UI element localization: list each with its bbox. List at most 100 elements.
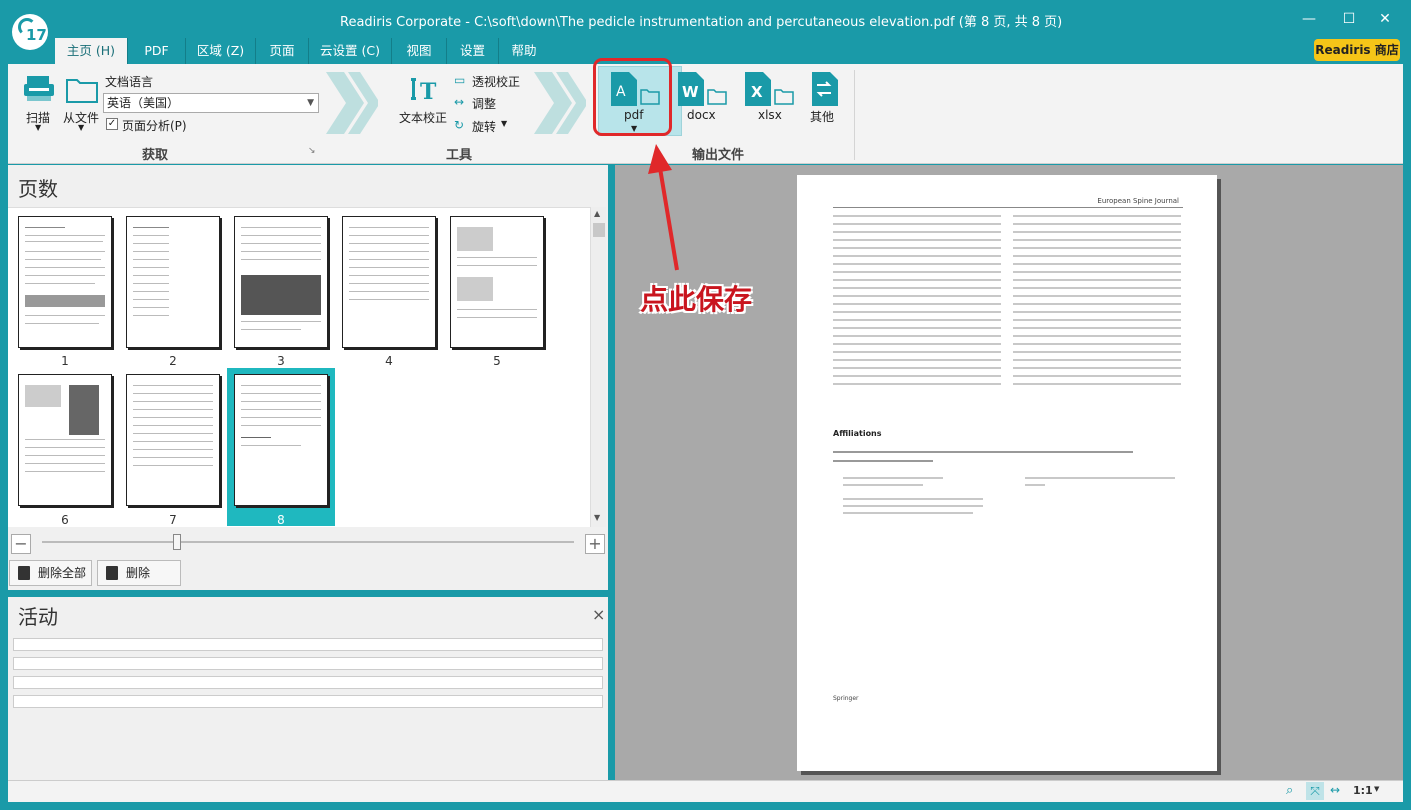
activity-row	[13, 657, 603, 670]
store-button[interactable]: Readiris 商店	[1314, 39, 1400, 61]
page-analysis-checkbox[interactable]: ✓	[106, 118, 118, 130]
activity-close-icon[interactable]: ×	[592, 605, 605, 624]
svg-text:X: X	[751, 83, 763, 101]
page-analysis-label: 页面分析(P)	[122, 119, 187, 133]
adjust-button[interactable]: 调整	[472, 95, 496, 112]
docx-output-button[interactable]: docx	[687, 108, 716, 122]
page-thumb-7[interactable]	[126, 374, 220, 506]
xlsx-output-button[interactable]: xlsx	[758, 108, 782, 122]
activity-row	[13, 676, 603, 689]
page-thumb-4[interactable]	[342, 216, 436, 348]
zoom-out-button[interactable]: −	[11, 534, 31, 554]
pages-pane-title: 页数	[18, 177, 58, 201]
thumb-label-6: 6	[61, 513, 69, 527]
tab-home[interactable]: 主页 (H)	[55, 38, 128, 64]
other-format-icon	[810, 72, 840, 109]
delete-all-button[interactable]: 删除全部	[9, 560, 92, 586]
app-logo[interactable]: 17	[12, 14, 48, 50]
tab-settings[interactable]: 设置	[447, 38, 499, 64]
chevron-down-icon: ▼	[307, 98, 314, 108]
activity-pane-title: 活动	[18, 605, 58, 629]
text-correct-button[interactable]: 文本校正	[399, 109, 447, 126]
acquire-launcher-icon[interactable]: ↘	[308, 146, 316, 156]
svg-text:T: T	[420, 79, 437, 104]
perspective-button[interactable]: 透视校正	[472, 73, 520, 90]
page-thumb-6[interactable]	[18, 374, 112, 506]
fit-width-icon[interactable]: ↔	[1330, 783, 1340, 797]
flow-arrow-icon	[326, 72, 378, 134]
document-page[interactable]: European Spine Journal Affiliations Spri…	[797, 175, 1217, 771]
doc-language-value: 英语（美国）	[107, 96, 180, 110]
window-title: Readiris Corporate - C:\soft\down\The pe…	[340, 15, 1063, 30]
save-here-annotation: 点此保存	[640, 283, 753, 316]
page-thumb-1[interactable]	[18, 216, 112, 348]
acquire-group-label: 获取	[142, 148, 169, 163]
logo-version: 17	[26, 26, 47, 44]
doc-language-label: 文档语言	[105, 75, 154, 89]
rotate-button[interactable]: 旋转	[472, 118, 496, 135]
thumb-size-slider-track[interactable]	[42, 541, 574, 543]
activity-row	[13, 695, 603, 708]
zoom-ratio[interactable]: 1:1	[1353, 784, 1373, 797]
tab-help[interactable]: 帮助	[499, 38, 549, 64]
thumb-size-slider-knob[interactable]	[173, 534, 181, 550]
tab-zones[interactable]: 区域 (Z)	[186, 38, 256, 64]
flow-arrow-icon-2	[534, 72, 586, 134]
ribbon-separator	[854, 70, 855, 160]
ribbon: 扫描 ▼ 从文件 ▼ 文档语言 英语（美国） ▼ ✓ 页面分析(P) 获取 ↘ …	[8, 64, 1403, 164]
activity-row	[13, 638, 603, 651]
trash-icon	[106, 566, 118, 580]
page-thumb-3[interactable]	[234, 216, 328, 348]
springer-logo: Springer	[833, 695, 859, 702]
delete-all-label: 删除全部	[38, 566, 87, 580]
thumb-label-8: 8	[277, 513, 285, 527]
page-thumb-8[interactable]	[234, 374, 328, 506]
docx-file-icon: W	[676, 72, 728, 109]
thumb-label-2: 2	[169, 354, 177, 368]
scan-dropdown-icon[interactable]: ▼	[35, 123, 41, 132]
doc-language-select[interactable]: 英语（美国） ▼	[103, 93, 319, 113]
affiliations-heading: Affiliations	[833, 429, 882, 438]
maximize-button[interactable]: ☐	[1334, 8, 1364, 30]
page-thumb-5[interactable]	[450, 216, 544, 348]
minimize-button[interactable]: —	[1294, 8, 1324, 30]
output-group-label: 输出文件	[692, 148, 745, 163]
pages-pane: 页数 1 2 3 4 5 6 7 8 ▲ ▼ − + 删除全部 删除	[8, 165, 608, 590]
rotate-icon: ↻	[454, 118, 465, 132]
tab-pages[interactable]: 页面	[256, 38, 309, 64]
delete-button[interactable]: 删除	[97, 560, 181, 586]
close-button[interactable]: ✕	[1370, 8, 1400, 30]
search-icon[interactable]: ⌕	[1286, 783, 1293, 798]
thumb-label-5: 5	[493, 354, 501, 368]
adjust-icon: ↔	[454, 95, 465, 109]
fit-page-icon[interactable]: ⤧	[1306, 782, 1324, 800]
svg-text:W: W	[682, 83, 699, 101]
delete-label: 删除	[126, 566, 151, 580]
scrollbar-thumb[interactable]	[593, 223, 605, 237]
document-view: European Spine Journal Affiliations Spri…	[615, 165, 1403, 780]
title-bar: Readiris Corporate - C:\soft\down\The pe…	[0, 0, 1411, 38]
text-correct-icon: T	[410, 76, 440, 107]
folder-icon	[65, 74, 99, 107]
thumb-label-3: 3	[277, 354, 285, 368]
scroll-up-icon[interactable]: ▲	[594, 209, 600, 218]
from-file-dropdown-icon[interactable]: ▼	[78, 123, 84, 132]
thumb-label-1: 1	[61, 354, 69, 368]
tools-group-label: 工具	[446, 148, 473, 163]
tab-cloud[interactable]: 云设置 (C)	[309, 38, 392, 64]
page-thumb-2[interactable]	[126, 216, 220, 348]
scroll-down-icon[interactable]: ▼	[594, 513, 600, 522]
zoom-dropdown-icon[interactable]: ▼	[1374, 785, 1379, 793]
tab-view[interactable]: 视图	[392, 38, 447, 64]
perspective-icon: ▭	[454, 73, 466, 87]
thumbnail-area: 1 2 3 4 5 6 7 8	[8, 207, 596, 527]
xlsx-file-icon: X	[743, 72, 795, 109]
rotate-dropdown-icon[interactable]: ▼	[501, 119, 507, 128]
zoom-in-button[interactable]: +	[585, 534, 605, 554]
journal-header: European Spine Journal	[1097, 197, 1179, 205]
other-output-button[interactable]: 其他	[810, 108, 834, 125]
thumbnail-scrollbar[interactable]: ▲ ▼	[590, 207, 606, 527]
activity-pane: 活动 ×	[8, 597, 608, 780]
save-callout-box	[593, 58, 672, 136]
tab-pdf[interactable]: PDF	[128, 38, 186, 64]
